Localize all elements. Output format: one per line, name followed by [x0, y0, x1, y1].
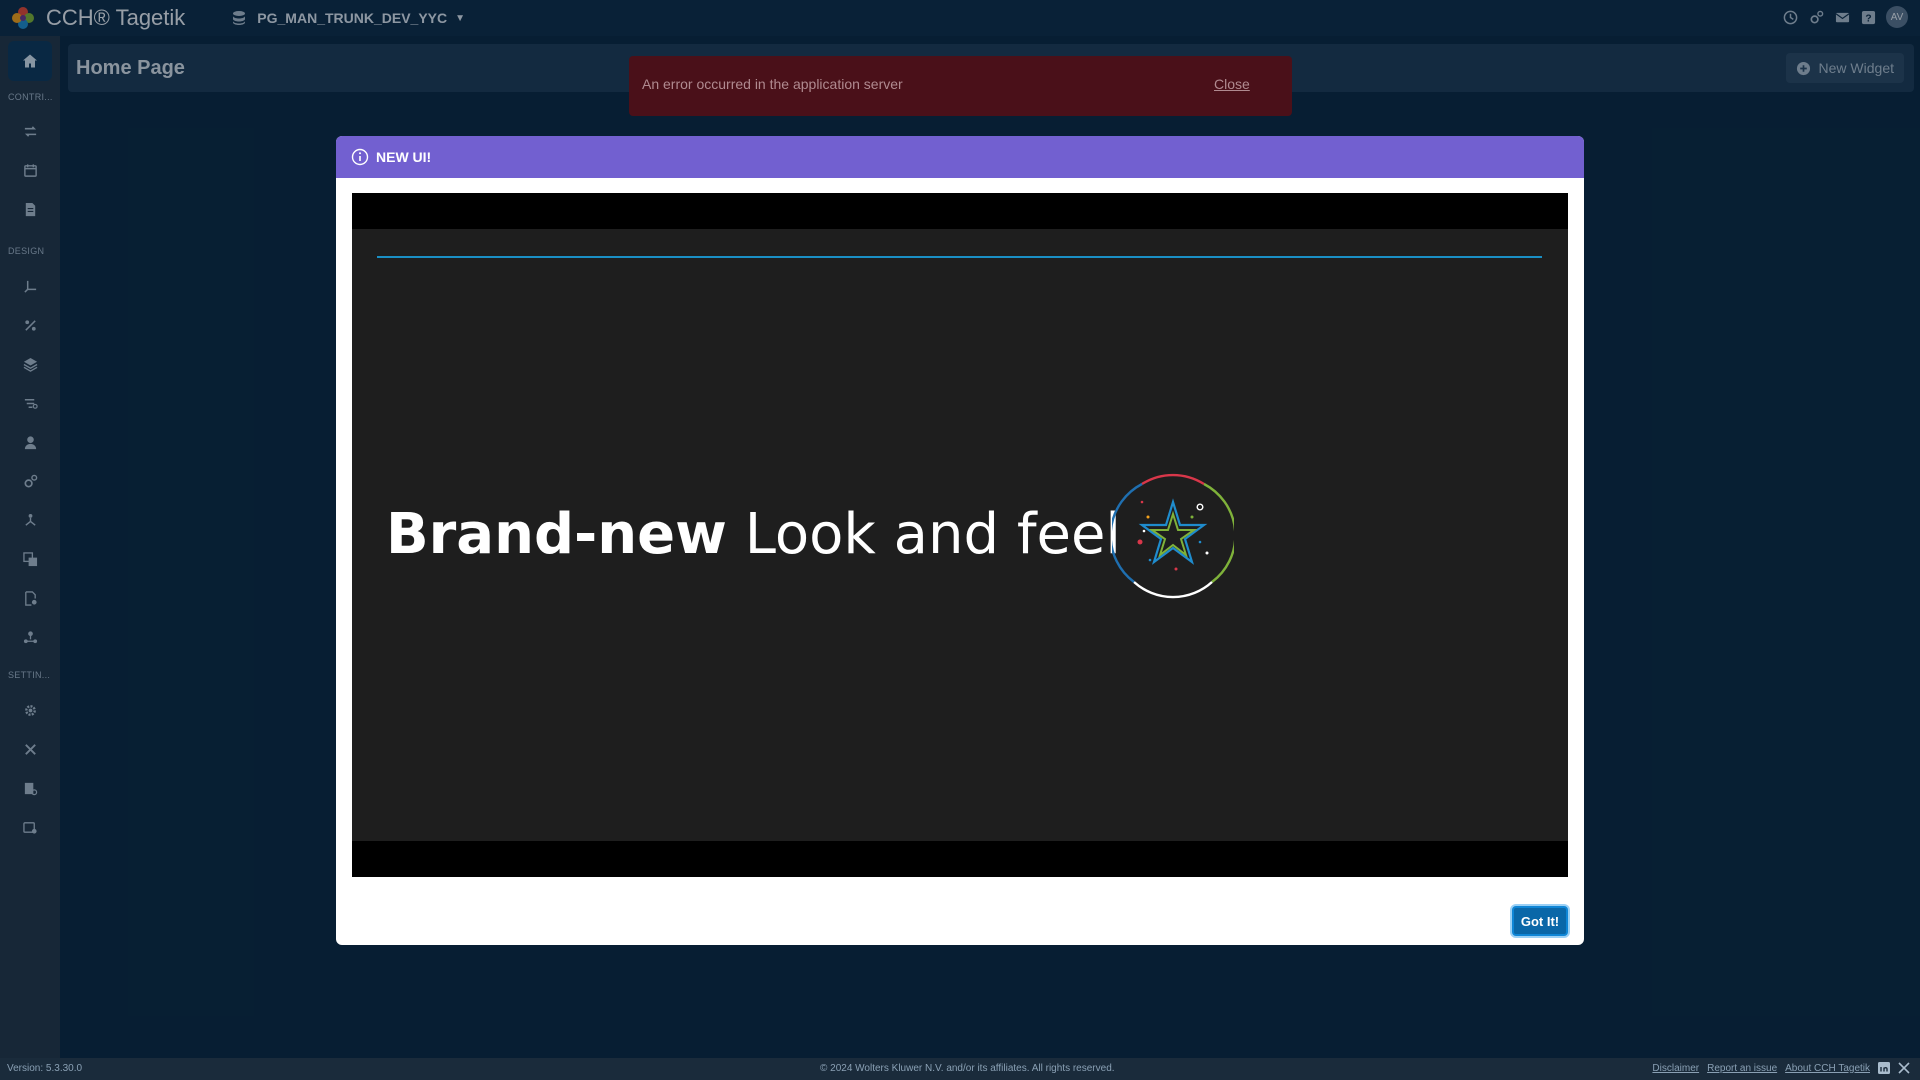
- about-link[interactable]: About CCH Tagetik: [1785, 1063, 1870, 1074]
- modal-title: NEW UI!: [376, 149, 432, 165]
- video-headline: Brand-new Look and feel: [386, 502, 1121, 567]
- copyright-text: © 2024 Wolters Kluwer N.V. and/or its af…: [820, 1063, 1115, 1074]
- error-toast: An error occurred in the application ser…: [629, 56, 1292, 116]
- modal-header: NEW UI!: [336, 136, 1584, 178]
- version-label: Version: 5.3.30.0: [7, 1063, 83, 1074]
- got-it-button[interactable]: Got It!: [1512, 906, 1568, 936]
- disclaimer-link[interactable]: Disclaimer: [1652, 1063, 1699, 1074]
- error-message: An error occurred in the application ser…: [642, 76, 903, 92]
- info-icon: [351, 148, 369, 166]
- video-player[interactable]: Brand-new Look and feel: [352, 193, 1568, 877]
- toast-close-link[interactable]: Close: [1214, 76, 1250, 92]
- new-ui-modal: NEW UI! Brand-new Look and feel Got It!: [336, 136, 1584, 945]
- headline-bold: Brand-new: [386, 502, 727, 567]
- footer: Version: 5.3.30.0 © 2024 Wolters Kluwer …: [0, 1058, 1920, 1080]
- star-circle-icon: [1112, 473, 1234, 599]
- headline-light: Look and feel: [744, 502, 1121, 567]
- video-frame: Brand-new Look and feel: [352, 229, 1568, 841]
- video-progress-line: [377, 256, 1542, 258]
- x-social-icon[interactable]: [1898, 1062, 1910, 1074]
- report-issue-link[interactable]: Report an issue: [1707, 1063, 1777, 1074]
- linkedin-icon[interactable]: [1878, 1062, 1890, 1074]
- footer-links: Disclaimer Report an issue About CCH Tag…: [1652, 1062, 1910, 1074]
